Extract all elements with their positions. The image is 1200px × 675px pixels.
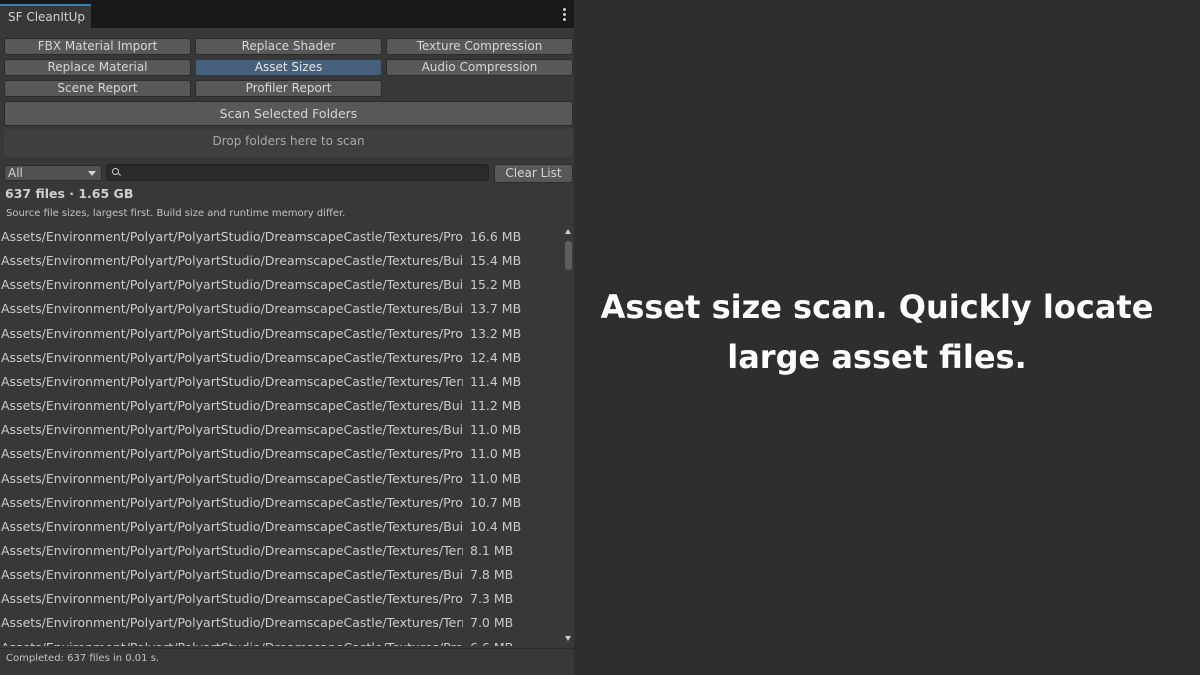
chevron-down-icon	[88, 171, 96, 176]
list-item[interactable]: Assets/Environment/Polyart/PolyartStudio…	[0, 298, 563, 322]
scan-selected-folders-button[interactable]: Scan Selected Folders	[4, 101, 573, 126]
fbx-material-import-button[interactable]: FBX Material Import	[4, 38, 191, 55]
asset-path: Assets/Environment/Polyart/PolyartStudio…	[1, 494, 463, 510]
list-item[interactable]: Assets/Environment/Polyart/PolyartStudio…	[0, 250, 563, 274]
replace-material-button[interactable]: Replace Material	[4, 59, 191, 76]
asset-size: 15.4 MB	[470, 253, 522, 269]
asset-size: 15.2 MB	[470, 277, 522, 293]
list-item[interactable]: Assets/Environment/Polyart/PolyartStudio…	[0, 371, 563, 395]
list-item[interactable]: Assets/Environment/Polyart/PolyartStudio…	[0, 323, 563, 347]
drop-hint: Drop folders here to scan	[212, 134, 365, 148]
search-input[interactable]	[106, 164, 489, 181]
search-icon	[112, 168, 119, 175]
asset-path: Assets/Environment/Polyart/PolyartStudio…	[1, 542, 463, 558]
scroll-up-icon[interactable]	[565, 229, 571, 234]
asset-path: Assets/Environment/Polyart/PolyartStudio…	[1, 325, 463, 341]
asset-path: Assets/Environment/Polyart/PolyartStudio…	[1, 591, 463, 607]
asset-size: 11.0 MB	[470, 422, 522, 438]
list-item[interactable]: Assets/Environment/Polyart/PolyartStudio…	[0, 564, 563, 588]
scrollbar-thumb[interactable]	[565, 241, 572, 270]
asset-size: 13.2 MB	[470, 325, 522, 341]
asset-path: Assets/Environment/Polyart/PolyartStudio…	[1, 470, 463, 486]
asset-path: Assets/Environment/Polyart/PolyartStudio…	[1, 518, 463, 534]
caption-text: Asset size scan. Quickly locate large as…	[600, 288, 1154, 376]
asset-size: 16.6 MB	[470, 229, 522, 244]
more-options-icon[interactable]	[558, 6, 570, 22]
replace-shader-button[interactable]: Replace Shader	[195, 38, 382, 55]
asset-path: Assets/Environment/Polyart/PolyartStudio…	[1, 398, 463, 414]
asset-path: Assets/Environment/Polyart/PolyartStudio…	[1, 301, 463, 317]
profiler-report-button[interactable]: Profiler Report	[195, 80, 382, 97]
scene-report-button[interactable]: Scene Report	[4, 80, 191, 97]
tab-bar: SF CleanItUp	[0, 0, 574, 28]
folder-drop-zone[interactable]: Drop folders here to scan	[4, 129, 573, 157]
status-text: Completed: 637 files in 0.01 s.	[6, 653, 160, 664]
list-item[interactable]: Assets/Environment/Polyart/PolyartStudio…	[0, 395, 563, 419]
audio-compression-button[interactable]: Audio Compression	[386, 59, 573, 76]
asset-size: 8.1 MB	[470, 542, 514, 558]
list-item[interactable]: Assets/Environment/Polyart/PolyartStudio…	[0, 419, 563, 443]
asset-size: 13.7 MB	[470, 301, 522, 317]
list-item[interactable]: Assets/Environment/Polyart/PolyartStudio…	[0, 612, 563, 636]
list-item[interactable]: Assets/Environment/Polyart/PolyartStudio…	[0, 443, 563, 467]
asset-path: Assets/Environment/Polyart/PolyartStudio…	[1, 422, 463, 438]
asset-path: Assets/Environment/Polyart/PolyartStudio…	[1, 446, 463, 462]
asset-path: Assets/Environment/Polyart/PolyartStudio…	[1, 349, 463, 365]
asset-path: Assets/Environment/Polyart/PolyartStudio…	[1, 637, 463, 646]
list-item[interactable]: Assets/Environment/Polyart/PolyartStudio…	[0, 274, 563, 298]
texture-compression-button[interactable]: Texture Compression	[386, 38, 573, 55]
asset-path: Assets/Environment/Polyart/PolyartStudio…	[1, 277, 463, 293]
vertical-scrollbar[interactable]	[563, 226, 574, 646]
asset-size: 7.8 MB	[470, 567, 514, 583]
asset-size: 12.4 MB	[470, 349, 522, 365]
scroll-down-icon[interactable]	[565, 636, 571, 641]
asset-size: 7.3 MB	[470, 591, 514, 607]
list-item[interactable]: Assets/Environment/Polyart/PolyartStudio…	[0, 492, 563, 516]
list-item[interactable]: Assets/Environment/Polyart/PolyartStudio…	[0, 226, 563, 250]
asset-size: 11.2 MB	[470, 398, 522, 414]
list-item[interactable]: Assets/Environment/Polyart/PolyartStudio…	[0, 540, 563, 564]
asset-size: 10.4 MB	[470, 518, 522, 534]
asset-size: 11.0 MB	[470, 446, 522, 462]
size-note: Source file sizes, largest first. Build …	[6, 208, 346, 219]
clear-list-button[interactable]: Clear List	[494, 164, 573, 183]
asset-size: 7.0 MB	[470, 615, 514, 631]
filter-dropdown[interactable]: All	[4, 165, 102, 181]
asset-size: 11.0 MB	[470, 470, 522, 486]
list-item[interactable]: Assets/Environment/Polyart/PolyartStudio…	[0, 516, 563, 540]
asset-size: 10.7 MB	[470, 494, 522, 510]
filter-selected-value: All	[8, 166, 23, 180]
list-item[interactable]: Assets/Environment/Polyart/PolyartStudio…	[0, 468, 563, 492]
asset-path: Assets/Environment/Polyart/PolyartStudio…	[1, 253, 463, 269]
asset-size: 11.4 MB	[470, 373, 522, 389]
asset-path: Assets/Environment/Polyart/PolyartStudio…	[1, 615, 463, 631]
list-item[interactable]: Assets/Environment/Polyart/PolyartStudio…	[0, 347, 563, 371]
tab-sf-cleanitup[interactable]: SF CleanItUp	[0, 4, 91, 28]
asset-sizes-button[interactable]: Asset Sizes	[195, 59, 382, 76]
file-summary: 637 files · 1.65 GB	[5, 186, 134, 201]
asset-list[interactable]: Assets/Environment/Polyart/PolyartStudio…	[0, 226, 563, 646]
asset-path: Assets/Environment/Polyart/PolyartStudio…	[1, 229, 463, 244]
asset-path: Assets/Environment/Polyart/PolyartStudio…	[1, 567, 463, 583]
status-bar: Completed: 637 files in 0.01 s.	[0, 648, 574, 675]
sf-cleanitup-window: SF CleanItUp FBX Material Import Replace…	[0, 0, 574, 675]
tab-title: SF CleanItUp	[8, 10, 86, 24]
list-item[interactable]: Assets/Environment/Polyart/PolyartStudio…	[0, 588, 563, 612]
list-item[interactable]: Assets/Environment/Polyart/PolyartStudio…	[0, 637, 563, 646]
asset-size: 6.6 MB	[470, 637, 513, 646]
asset-path: Assets/Environment/Polyart/PolyartStudio…	[1, 373, 463, 389]
